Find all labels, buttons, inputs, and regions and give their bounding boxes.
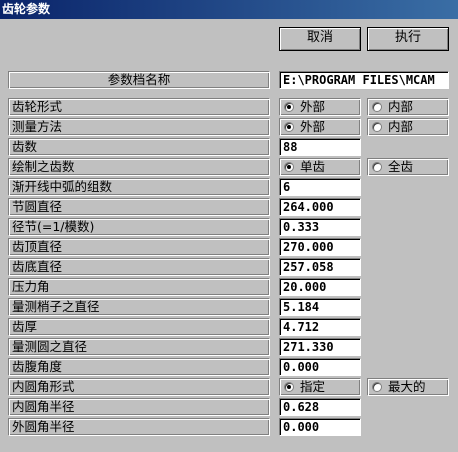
inner-fillet-radius-label: 内圆角半径	[8, 398, 270, 416]
param-file-field[interactable]: E:\PROGRAM FILES\MCAM	[279, 71, 449, 89]
pressure-angle-field[interactable]: 20.000	[279, 278, 361, 296]
involute-arcs-field[interactable]: 6	[279, 178, 361, 196]
radio-label: 内部	[388, 99, 414, 114]
radio-unchecked-icon	[372, 102, 382, 112]
radio-label: 指定	[300, 379, 326, 394]
radio-label: 外部	[300, 119, 326, 134]
radio-checked-icon	[284, 122, 294, 132]
root-diameter-field[interactable]: 257.058	[279, 258, 361, 276]
window-title: 齿轮参数	[0, 0, 458, 19]
flank-angle-field[interactable]: 0.000	[279, 358, 361, 376]
radio-unchecked-icon	[372, 382, 382, 392]
measure-circle-label: 量测圆之直径	[8, 338, 270, 356]
cancel-button[interactable]: 取消	[279, 27, 361, 51]
pitch-diameter-field[interactable]: 264.000	[279, 198, 361, 216]
pin-diameter-label: 量测梢子之直径	[8, 298, 270, 316]
measure-method-internal-radio[interactable]: 内部	[367, 118, 449, 136]
measure-method-external-radio[interactable]: 外部	[279, 118, 361, 136]
teeth-count-label: 齿数	[8, 138, 270, 156]
radio-label: 内部	[388, 119, 414, 134]
measure-method-label: 测量方法	[8, 118, 270, 136]
radio-label: 单齿	[300, 159, 326, 174]
draw-teeth-all-radio[interactable]: 全齿	[367, 158, 449, 176]
radio-unchecked-icon	[372, 122, 382, 132]
outer-fillet-radius-label: 外圆角半径	[8, 418, 270, 436]
fillet-type-specified-radio[interactable]: 指定	[279, 378, 361, 396]
radio-checked-icon	[284, 102, 294, 112]
involute-arcs-label: 渐开线中弧的组数	[8, 178, 270, 196]
tip-diameter-field[interactable]: 270.000	[279, 238, 361, 256]
root-diameter-label: 齿底直径	[8, 258, 270, 276]
gear-type-label: 齿轮形式	[8, 98, 270, 116]
fillet-type-label: 内圆角形式	[8, 378, 270, 396]
tip-diameter-label: 齿顶直径	[8, 238, 270, 256]
execute-button[interactable]: 执行	[367, 27, 449, 51]
radio-checked-icon	[284, 162, 294, 172]
radio-checked-icon	[284, 382, 294, 392]
tooth-thickness-field[interactable]: 4.712	[279, 318, 361, 336]
pitch-diameter-label: 节圆直径	[8, 198, 270, 216]
tooth-thickness-label: 齿厚	[8, 318, 270, 336]
gear-type-internal-radio[interactable]: 内部	[367, 98, 449, 116]
draw-teeth-single-radio[interactable]: 单齿	[279, 158, 361, 176]
radio-label: 全齿	[388, 159, 414, 174]
param-file-label: 参数档名称	[8, 71, 270, 89]
gear-type-external-radio[interactable]: 外部	[279, 98, 361, 116]
draw-teeth-label: 绘制之齿数	[8, 158, 270, 176]
pressure-angle-label: 压力角	[8, 278, 270, 296]
flank-angle-label: 齿腹角度	[8, 358, 270, 376]
radio-label: 最大的	[388, 379, 426, 394]
outer-fillet-radius-field[interactable]: 0.000	[279, 418, 361, 436]
radio-label: 外部	[300, 99, 326, 114]
inner-fillet-radius-field[interactable]: 0.628	[279, 398, 361, 416]
diametral-pitch-label: 径节(=1/模数)	[8, 218, 270, 236]
pin-diameter-field[interactable]: 5.184	[279, 298, 361, 316]
measure-circle-field[interactable]: 271.330	[279, 338, 361, 356]
teeth-count-field[interactable]: 88	[279, 138, 361, 156]
gear-parameters-dialog: 取消 执行 参数档名称 E:\PROGRAM FILES\MCAM 齿轮形式 外…	[0, 19, 458, 452]
radio-unchecked-icon	[372, 162, 382, 172]
diametral-pitch-field[interactable]: 0.333	[279, 218, 361, 236]
fillet-type-maximum-radio[interactable]: 最大的	[367, 378, 449, 396]
